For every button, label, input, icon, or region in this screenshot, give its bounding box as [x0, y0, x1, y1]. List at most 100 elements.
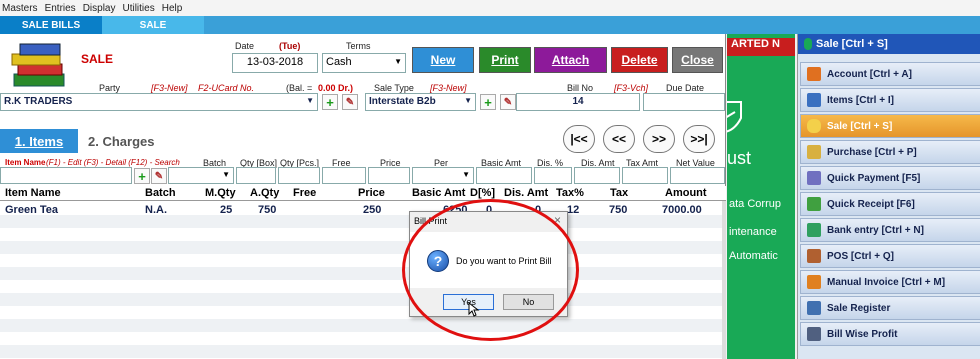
sidebar-item-purchase[interactable]: Purchase [Ctrl + P] — [800, 140, 980, 164]
basic-amt-input[interactable] — [476, 167, 532, 184]
grid-stripe — [0, 241, 722, 254]
edit-party-icon[interactable]: ✎ — [342, 94, 358, 110]
bill-no-field[interactable]: 14 — [516, 93, 640, 111]
add-item-icon[interactable]: + — [134, 168, 150, 184]
grid-stripe — [0, 215, 722, 228]
add-sale-type-icon[interactable]: + — [480, 94, 496, 110]
batch-select[interactable]: ▼ — [168, 167, 234, 184]
tab-charges[interactable]: 2. Charges — [88, 134, 154, 149]
col-mqty: M.Qty — [205, 187, 236, 199]
payment-icon — [807, 171, 821, 185]
col-item-name: Item Name — [5, 187, 61, 199]
add-party-icon[interactable]: + — [322, 94, 338, 110]
menu-bar: Masters Entries Display Utilities Help — [0, 0, 980, 16]
profit-icon — [807, 327, 821, 341]
chevron-down-icon: ▼ — [306, 96, 314, 105]
cell-price: 250 — [363, 204, 382, 216]
col-dis-amt: Dis. Amt — [504, 187, 549, 199]
close-button[interactable]: Close — [672, 47, 723, 73]
free-input[interactable] — [322, 167, 366, 184]
chevron-down-icon: ▼ — [222, 170, 230, 179]
sidebar-item-bill-wise-profit[interactable]: Bill Wise Profit — [800, 322, 980, 346]
menu-entries[interactable]: Entries — [45, 3, 81, 14]
sale-type-value: Interstate B2b — [369, 96, 436, 107]
terms-select[interactable]: Cash ▼ — [322, 53, 406, 73]
sidebar-item-items[interactable]: Items [Ctrl + I] — [800, 88, 980, 112]
chevron-down-icon: ▼ — [462, 170, 470, 179]
sidebar-item-pos[interactable]: POS [Ctrl + Q] — [800, 244, 980, 268]
menu-help[interactable]: Help — [162, 3, 188, 14]
sidebar-item-label: Quick Receipt [F6] — [827, 198, 915, 210]
new-button[interactable]: New — [412, 47, 474, 73]
sidebar-item-label: Account [Ctrl + A] — [827, 68, 912, 80]
sidebar-item-label: Sale Register — [827, 302, 891, 314]
qty-pcs-input[interactable] — [278, 167, 320, 184]
menu-utilities[interactable]: Utilities — [122, 3, 159, 14]
invoice-icon — [807, 275, 821, 289]
dis-pct-input[interactable] — [534, 167, 572, 184]
col-aqty: A.Qty — [250, 187, 280, 199]
cell-item-name: Green Tea — [5, 204, 58, 216]
register-icon — [807, 301, 821, 315]
ucard-hint: F2-UCard No. — [198, 83, 255, 93]
party-label: Party — [99, 83, 121, 93]
sidebar-item-quick-payment[interactable]: Quick Payment [F5] — [800, 166, 980, 190]
promo-text-2: ata Corrup — [729, 198, 781, 210]
sidebar-item-sale[interactable]: Sale [Ctrl + S] — [800, 114, 980, 138]
table-row[interactable]: Green Tea N.A. 25 750 250 6250 0 0 12 75… — [0, 203, 722, 216]
attach-button[interactable]: Attach — [534, 47, 607, 73]
tab-sale-bills[interactable]: SALE BILLS — [0, 16, 102, 34]
sidebar-item-bank-entry[interactable]: Bank entry [Ctrl + N] — [800, 218, 980, 242]
account-icon — [807, 67, 821, 81]
party-select[interactable]: R.K TRADERS ▼ — [0, 93, 318, 111]
menu-display[interactable]: Display — [83, 3, 121, 14]
promo-text-4: Automatic — [729, 250, 778, 262]
sidebar-item-label: Bank entry [Ctrl + N] — [827, 224, 924, 236]
sidebar-item-label: Manual Invoice [Ctrl + M] — [827, 276, 946, 288]
sale-type-new-hint: [F3-New] — [430, 83, 467, 93]
per-select[interactable]: ▼ — [412, 167, 474, 184]
books-logo-icon — [11, 43, 65, 87]
tax-amt-input[interactable] — [622, 167, 668, 184]
tab-sale[interactable]: SALE — [102, 16, 204, 34]
grid-scrollbar[interactable] — [722, 201, 726, 359]
sale-window: SALE Date (Tue) Terms 13-03-2018 Cash ▼ … — [0, 34, 726, 359]
due-date-field[interactable] — [643, 93, 725, 111]
previous-record-button[interactable]: << — [603, 125, 635, 153]
promo-banner: ARTED N — [727, 38, 795, 56]
date-label: Date — [235, 41, 255, 51]
cell-batch: N.A. — [145, 204, 167, 216]
first-record-button[interactable]: |<< — [563, 125, 595, 153]
col-batch: Batch — [145, 187, 176, 199]
edit-sale-type-icon[interactable]: ✎ — [500, 94, 516, 110]
voucher-hint: [F3-Vch] — [614, 83, 649, 93]
date-field[interactable]: 13-03-2018 — [232, 53, 318, 73]
item-name-input[interactable] — [0, 167, 132, 184]
cell-tax-pct: 12 — [567, 204, 580, 216]
last-record-button[interactable]: >>| — [683, 125, 715, 153]
price-input[interactable] — [368, 167, 410, 184]
bank-icon — [807, 223, 821, 237]
col-tax-pct: Tax% — [556, 187, 584, 199]
shield-icon — [727, 101, 742, 133]
qty-box-input[interactable] — [236, 167, 276, 184]
print-button[interactable]: Print — [479, 47, 531, 73]
grid-stripe — [0, 345, 722, 358]
next-record-button[interactable]: >> — [643, 125, 675, 153]
sidebar-item-sale-register[interactable]: Sale Register — [800, 296, 980, 320]
sidebar-item-manual-invoice[interactable]: Manual Invoice [Ctrl + M] — [800, 270, 980, 294]
dis-amt-input[interactable] — [574, 167, 620, 184]
delete-button[interactable]: Delete — [611, 47, 668, 73]
col-price: Price — [358, 187, 385, 199]
menu-masters[interactable]: Masters — [2, 3, 43, 14]
sidebar-item-account[interactable]: Account [Ctrl + A] — [800, 62, 980, 86]
net-value-input[interactable] — [670, 167, 725, 184]
sidebar-item-quick-receipt[interactable]: Quick Receipt [F6] — [800, 192, 980, 216]
sidebar-item-label: Purchase [Ctrl + P] — [827, 146, 917, 158]
tab-items[interactable]: 1. Items — [0, 129, 78, 153]
balance-label: (Bal. = — [286, 83, 313, 93]
sidebar-item-label: Sale [Ctrl + S] — [827, 120, 893, 132]
receipt-icon — [807, 197, 821, 211]
edit-item-icon[interactable]: ✎ — [151, 168, 167, 184]
sale-type-select[interactable]: Interstate B2b ▼ — [365, 93, 476, 111]
